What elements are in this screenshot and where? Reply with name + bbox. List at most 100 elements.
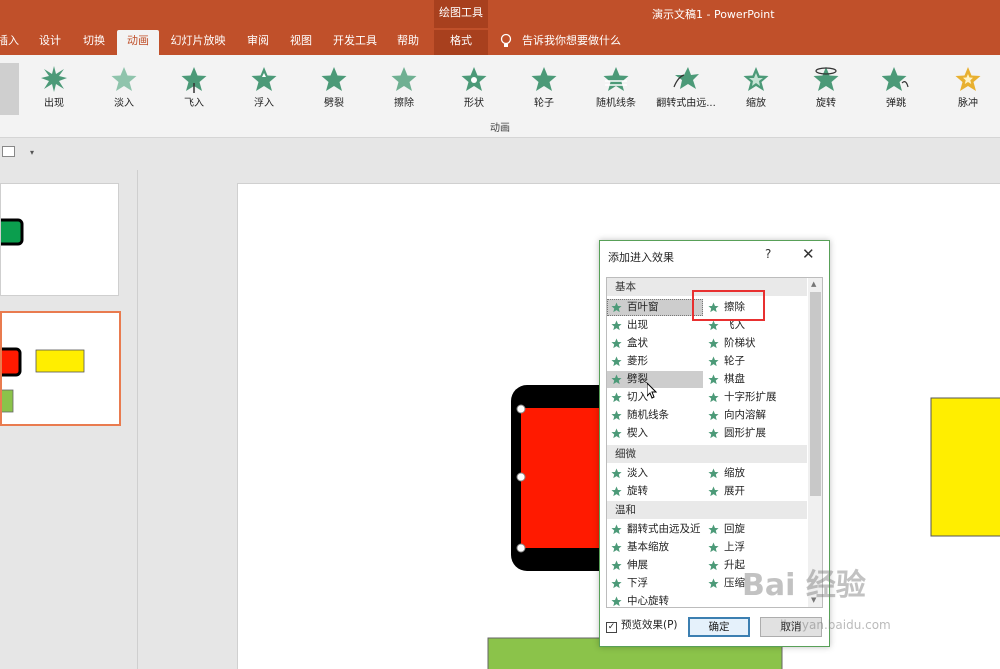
anim-split[interactable]: 劈裂 (299, 65, 369, 109)
effect-item[interactable]: 升起 (704, 557, 745, 574)
star-icon (611, 302, 622, 313)
effect-item[interactable]: 棋盘 (704, 371, 745, 388)
star-icon (708, 338, 719, 349)
star-bounce-icon (882, 67, 909, 91)
effect-item[interactable]: 圆形扩展 (704, 425, 766, 442)
tab-insert[interactable]: 插入 (0, 30, 22, 55)
preview-effect-checkbox[interactable]: ✓ 预览效果(P) (606, 617, 678, 633)
star-icon (611, 560, 622, 571)
dialog-title: 添加进入效果 (608, 251, 674, 264)
category-moderate: 温和 (607, 501, 807, 519)
effect-item[interactable]: 压缩 (704, 575, 745, 592)
anim-wheel[interactable]: 轮子 (509, 65, 579, 109)
effect-item[interactable]: 楔入 (607, 425, 648, 442)
scroll-up-icon[interactable]: ▲ (811, 280, 816, 288)
star-split-icon (321, 67, 347, 91)
anim-shape[interactable]: 形状 (439, 65, 509, 109)
star-icon (708, 374, 719, 385)
tab-help[interactable]: 帮助 (390, 30, 426, 55)
anim-fade[interactable]: 淡入 (89, 65, 159, 109)
highlight-annotation-box (692, 290, 765, 321)
anim-fly-in[interactable]: 飞入 (159, 65, 229, 109)
effect-item[interactable]: 阶梯状 (704, 335, 756, 352)
star-icon (611, 468, 622, 479)
slide-thumbnails-pane (0, 170, 138, 669)
anim-float-in[interactable]: 浮入 (229, 65, 299, 109)
effect-item[interactable]: 轮子 (704, 353, 745, 370)
effect-item[interactable]: 伸展 (607, 557, 648, 574)
effect-item[interactable]: 下浮 (607, 575, 648, 592)
effect-item[interactable]: 盒状 (607, 335, 648, 352)
yellow-rect[interactable] (930, 397, 1000, 537)
tab-transitions[interactable]: 切换 (76, 30, 112, 55)
selection-handle[interactable] (516, 543, 526, 553)
drawing-tools-header: 绘图工具 (434, 0, 488, 28)
red-rect[interactable] (521, 408, 611, 548)
tell-me-search[interactable]: 告诉我你想要做什么 (522, 30, 621, 52)
anim-pulse[interactable]: 脉冲 (933, 65, 1000, 109)
ok-button[interactable]: 确定 (688, 617, 750, 637)
star-wipe-icon (391, 67, 417, 91)
selection-handle[interactable] (516, 404, 526, 414)
anim-appear[interactable]: 出现 (19, 65, 89, 109)
slide-thumbnail-1[interactable] (0, 183, 119, 296)
star-zoom-icon (743, 67, 769, 91)
effect-list[interactable]: 基本 百叶窗 出现 盒状 菱形 劈裂 切入 随机线条 楔入 擦除 飞入 阶梯状 … (606, 277, 823, 608)
tab-format[interactable]: 格式 (434, 30, 488, 55)
effect-item[interactable]: 展开 (704, 483, 745, 500)
star-icon (708, 320, 719, 331)
quick-access-icon[interactable] (2, 146, 15, 157)
effect-item[interactable]: 随机线条 (607, 407, 669, 424)
effect-item[interactable]: 上浮 (704, 539, 745, 556)
effect-item[interactable]: 向内溶解 (704, 407, 766, 424)
star-icon (708, 486, 719, 497)
effect-item[interactable]: 出现 (607, 317, 648, 334)
anim-random-bars[interactable]: 随机线条 (581, 65, 651, 109)
selection-handle[interactable] (516, 472, 526, 482)
star-pulse-icon (955, 67, 981, 91)
slide-thumbnail-2[interactable] (0, 311, 121, 426)
star-icon (611, 596, 622, 607)
star-icon (708, 392, 719, 403)
quick-access-dropdown-icon[interactable]: ▾ (30, 148, 34, 157)
effect-item[interactable]: 缩放 (704, 465, 745, 482)
effect-item[interactable]: 切入 (607, 389, 648, 406)
effect-item[interactable]: 百叶窗 (607, 299, 703, 316)
star-icon (611, 338, 622, 349)
effect-item[interactable]: 中心旋转 (607, 593, 669, 607)
anim-wipe[interactable]: 擦除 (369, 65, 439, 109)
star-icon (708, 410, 719, 421)
effect-item[interactable]: 基本缩放 (607, 539, 669, 556)
anim-zoom[interactable]: 缩放 (721, 65, 791, 109)
anim-bounce[interactable]: 弹跳 (861, 65, 931, 109)
tab-animations[interactable]: 动画 (117, 30, 159, 55)
star-icon (611, 320, 622, 331)
category-subtle: 细微 (607, 445, 807, 463)
star-icon (708, 356, 719, 367)
star-icon (611, 524, 622, 535)
effect-item[interactable]: 回旋 (704, 521, 745, 538)
star-rotate-icon (813, 67, 839, 91)
help-button[interactable]: ? (765, 247, 771, 261)
checkbox-check-icon[interactable]: ✓ (606, 622, 617, 633)
mouse-cursor-icon (647, 383, 657, 399)
tab-view[interactable]: 视图 (283, 30, 319, 55)
effect-item[interactable]: 十字形扩展 (704, 389, 777, 406)
effect-item[interactable]: 淡入 (607, 465, 648, 482)
tab-review[interactable]: 审阅 (240, 30, 276, 55)
effect-item[interactable]: 菱形 (607, 353, 648, 370)
star-icon (611, 486, 622, 497)
scrollbar-thumb[interactable] (810, 292, 821, 496)
star-icon (708, 578, 719, 589)
tab-design[interactable]: 设计 (32, 30, 68, 55)
effect-item[interactable]: 翻转式由远及近 (607, 521, 701, 538)
ribbon-scroll-handle[interactable] (0, 63, 19, 115)
anim-swivel[interactable]: 旋转 (791, 65, 861, 109)
tab-developer[interactable]: 开发工具 (328, 30, 382, 55)
star-icon (611, 374, 622, 385)
effect-item[interactable]: 旋转 (607, 483, 648, 500)
anim-grow-turn[interactable]: 翻转式由远... (651, 65, 721, 109)
close-button[interactable]: ✕ (802, 245, 815, 263)
lightbulb-icon[interactable] (500, 33, 512, 49)
tab-slideshow[interactable]: 幻灯片放映 (166, 30, 230, 55)
